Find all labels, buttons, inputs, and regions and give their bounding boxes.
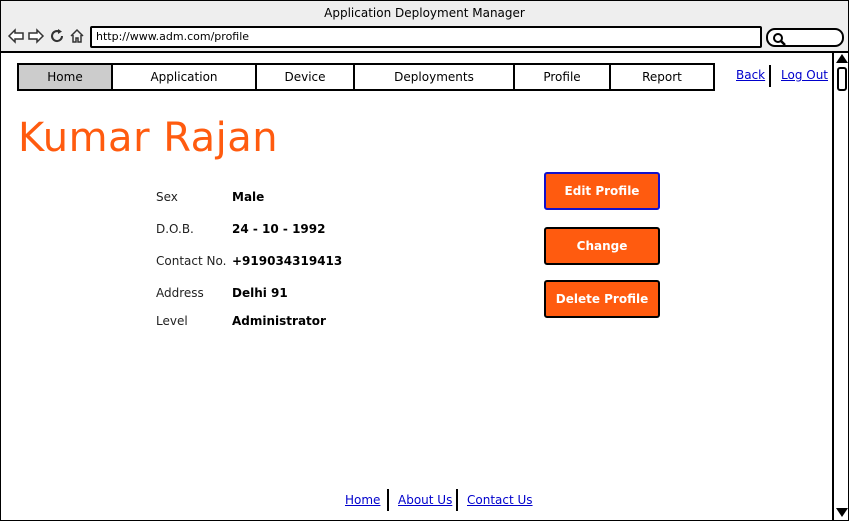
field-label-contact: Contact No.: [156, 254, 227, 268]
footer-link-contact[interactable]: Contact Us: [467, 493, 533, 507]
back-link[interactable]: Back: [736, 68, 765, 82]
tab-report[interactable]: Report: [611, 65, 713, 89]
scroll-up-arrow-icon[interactable]: [836, 54, 848, 63]
link-divider: [769, 65, 771, 87]
scroll-down-arrow-icon[interactable]: [836, 508, 848, 517]
field-label-level: Level: [156, 314, 188, 328]
page-content: Home Application Device Deployments Prof…: [1, 53, 831, 520]
logout-link[interactable]: Log Out: [781, 68, 828, 82]
main-nav: Home Application Device Deployments Prof…: [17, 63, 715, 91]
browser-chrome: Application Deployment Manager http://ww…: [1, 1, 848, 53]
field-value-sex: Male: [232, 190, 265, 204]
footer-divider: [387, 489, 389, 511]
browser-window: Application Deployment Manager http://ww…: [0, 0, 849, 521]
search-input[interactable]: [766, 28, 844, 47]
home-icon[interactable]: [68, 27, 86, 45]
profile-name: Kumar Rajan: [18, 115, 279, 161]
field-label-sex: Sex: [156, 190, 178, 204]
scroll-thumb[interactable]: [837, 67, 847, 91]
footer-divider: [456, 489, 458, 511]
footer: Home About Us Contact Us: [1, 489, 831, 515]
tab-profile[interactable]: Profile: [515, 65, 611, 89]
delete-profile-button[interactable]: Delete Profile: [544, 280, 660, 318]
field-value-level: Administrator: [232, 314, 326, 328]
tab-deployments[interactable]: Deployments: [355, 65, 515, 89]
arrow-left-icon[interactable]: [7, 27, 25, 45]
field-label-address: Address: [156, 286, 204, 300]
field-value-dob: 24 - 10 - 1992: [232, 222, 326, 236]
edit-profile-button[interactable]: Edit Profile: [544, 172, 660, 210]
footer-link-home[interactable]: Home: [345, 493, 380, 507]
tab-home[interactable]: Home: [19, 65, 113, 89]
arrow-right-icon[interactable]: [27, 27, 45, 45]
change-password-button[interactable]: Change Password: [544, 227, 660, 287]
magnifier-icon: [772, 31, 786, 46]
tab-device[interactable]: Device: [257, 65, 355, 89]
tab-application[interactable]: Application: [113, 65, 257, 89]
address-bar[interactable]: http://www.adm.com/profile: [90, 26, 762, 48]
window-title: Application Deployment Manager: [324, 6, 525, 20]
field-label-dob: D.O.B.: [156, 222, 194, 236]
field-value-address: Delhi 91: [232, 286, 288, 300]
footer-link-about[interactable]: About Us: [398, 493, 452, 507]
reload-icon[interactable]: [48, 27, 66, 45]
field-value-contact: +919034319413: [232, 254, 343, 268]
vertical-scrollbar[interactable]: [832, 53, 848, 520]
